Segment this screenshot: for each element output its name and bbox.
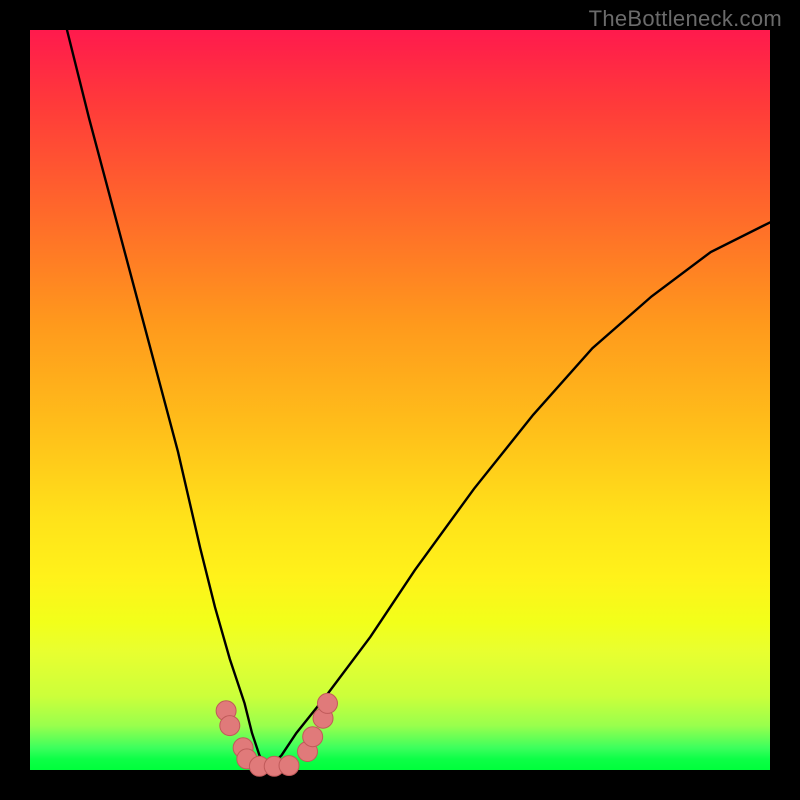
bottom-marker-cluster [216, 693, 337, 776]
stage: TheBottleneck.com [0, 0, 800, 800]
bottom-marker [303, 727, 323, 747]
plot-area [30, 30, 770, 770]
bottom-marker [279, 756, 299, 776]
bottom-marker [317, 693, 337, 713]
curve-layer [30, 30, 770, 770]
watermark-text: TheBottleneck.com [589, 6, 782, 32]
bottom-marker [220, 716, 240, 736]
valley-curve-right [267, 222, 770, 770]
valley-curve-left [67, 30, 267, 770]
